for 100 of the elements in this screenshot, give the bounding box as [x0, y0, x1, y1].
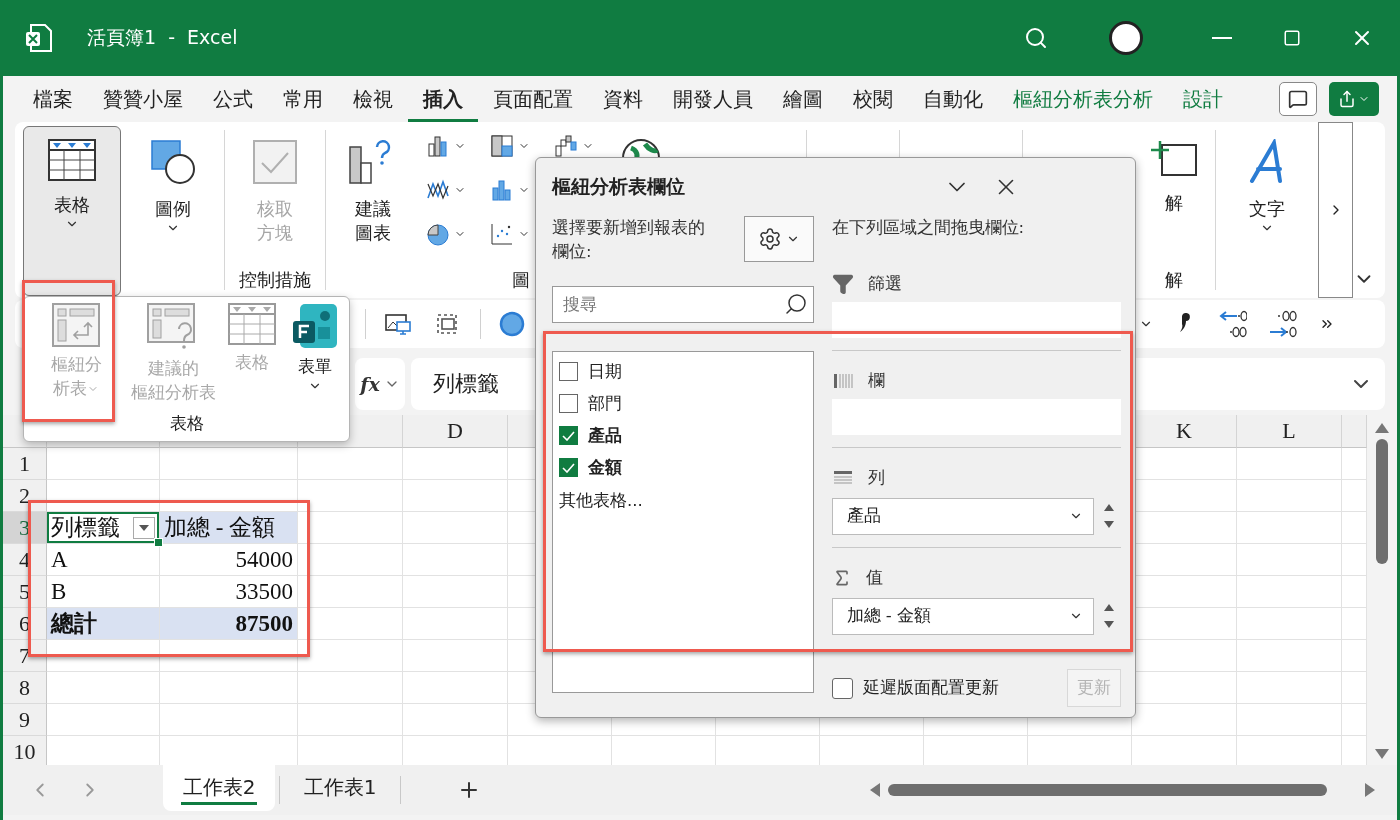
table-cell: 33500	[160, 576, 298, 608]
ribbon-tab[interactable]: 自動化	[908, 76, 998, 122]
field-label: 部門	[588, 392, 622, 415]
field-checkbox[interactable]	[559, 426, 578, 446]
filter-dropdown-button[interactable]	[133, 516, 155, 539]
sheet-tab[interactable]: 工作表1	[284, 765, 396, 811]
check-icon	[562, 430, 575, 441]
maximize-icon	[1283, 29, 1301, 47]
check-icon	[562, 462, 575, 473]
row-header[interactable]: 8	[3, 672, 47, 704]
table-cell	[1342, 608, 1367, 640]
ribbon-tab[interactable]: 開發人員	[658, 76, 768, 122]
sheet-tab[interactable]: 工作表2	[163, 765, 275, 811]
tools-button[interactable]	[743, 216, 814, 262]
ribbon-tab[interactable]: 資料	[588, 76, 658, 122]
ribbon-tab[interactable]: 常用	[268, 76, 338, 122]
field-label: 金額	[588, 456, 622, 479]
group-label: 解	[1164, 268, 1183, 292]
column-header[interactable]: D	[403, 415, 508, 448]
table-cell	[1342, 512, 1367, 544]
table-button[interactable]: 表格	[23, 126, 121, 296]
table-cell: 總計	[47, 608, 160, 640]
scroll-up-icon	[1375, 423, 1389, 433]
avatar[interactable]	[1109, 21, 1143, 55]
area-label: 篩選	[867, 272, 902, 295]
ribbon-tab[interactable]: 繪圖	[768, 76, 838, 122]
text-button[interactable]: 文字	[1222, 126, 1312, 296]
table-cell	[1342, 640, 1367, 672]
row-header[interactable]: 10	[3, 736, 47, 765]
comments-button[interactable]	[1279, 82, 1317, 116]
recommended-charts-button[interactable]: 建議圖表	[332, 126, 414, 262]
choose-fields-label: 選擇要新增到報表的欄位:	[552, 217, 706, 263]
menu-item[interactable]: 表單	[282, 303, 348, 405]
function-button[interactable]: fx	[355, 358, 405, 410]
table-cell: 加總 - 金額	[160, 512, 298, 544]
picture-icon	[384, 312, 412, 336]
select-objects-button[interactable]	[434, 311, 460, 337]
pie-chart-icon	[426, 222, 450, 246]
pivot-table-icon	[52, 303, 100, 347]
table-cell	[1342, 480, 1367, 512]
scatter-chart-icon	[490, 222, 514, 246]
field-checkbox[interactable]	[559, 458, 578, 478]
ribbon-tab[interactable]: 頁面配置	[478, 76, 588, 122]
scroll-down-icon	[1375, 749, 1389, 759]
field-label: 產品	[588, 424, 622, 447]
ribbon-tab[interactable]: 公式	[198, 76, 268, 122]
window-title: 活頁簿1 - Excel	[87, 25, 238, 50]
menu-item-label: 樞紐分析表	[130, 380, 216, 404]
ribbon-tab[interactable]: 檔案	[18, 76, 88, 122]
forms-icon	[292, 303, 338, 349]
new-comment-button[interactable]: 解	[1109, 126, 1209, 262]
area-field-dropdown[interactable]: 加總 - 金額	[831, 597, 1094, 635]
fill-handle[interactable]	[154, 538, 163, 547]
checkbox-icon	[252, 139, 298, 185]
ribbon-tab[interactable]: 贊贊小屋	[88, 76, 198, 122]
shapes-icon	[150, 139, 196, 185]
table-cell: 87500	[160, 608, 298, 640]
picture-button[interactable]	[384, 312, 412, 336]
row-header[interactable]: 2	[3, 480, 47, 512]
table-cell	[1342, 576, 1367, 608]
menu-item-label: 表單	[298, 355, 332, 378]
defer-update-checkbox[interactable]	[831, 677, 853, 699]
table-cell	[1342, 544, 1367, 576]
menu-item-label: 建議的	[147, 357, 199, 380]
menu-item-label: 析表	[53, 376, 99, 401]
waterfall-chart-icon	[554, 134, 578, 158]
scroll-thumb[interactable]	[888, 784, 1327, 796]
dropdown-triangle-icon	[139, 524, 149, 531]
table-icon	[48, 139, 96, 181]
area-field-dropdown[interactable]: 產品	[831, 497, 1094, 535]
group-label: 圖	[511, 268, 530, 292]
treemap-icon	[490, 134, 514, 158]
column-header[interactable]: L	[1237, 415, 1342, 448]
scroll-left-icon	[870, 783, 880, 797]
shape-button[interactable]	[499, 311, 525, 337]
more-tables-link[interactable]: 其他表格...	[559, 489, 643, 512]
row-header[interactable]: 1	[3, 448, 47, 480]
row-header[interactable]: 9	[3, 704, 47, 736]
scroll-thumb[interactable]	[1376, 439, 1388, 564]
horizontal-scrollbar[interactable]	[870, 783, 1375, 797]
table-cell: A	[47, 544, 160, 576]
ribbon-tab[interactable]: 校閱	[838, 76, 908, 122]
decrease-decimal-button[interactable]	[1267, 308, 1297, 340]
ribbon-tab[interactable]: 樞紐分析表分析	[998, 76, 1168, 122]
ribbon-tab[interactable]: 設計	[1168, 76, 1238, 122]
pane-title: 樞紐分析表欄位	[552, 174, 685, 199]
table-cell: 54000	[160, 544, 298, 576]
row-header[interactable]: 4	[3, 544, 47, 576]
menu-item-label: 樞紐分	[50, 353, 102, 376]
illustrations-button[interactable]: 圖例	[128, 126, 218, 296]
ribbon-tab[interactable]: 檢視	[338, 76, 408, 122]
minimize-icon	[1212, 37, 1232, 39]
increase-decimal-button[interactable]	[1217, 308, 1247, 340]
excel-logo-icon	[25, 23, 53, 53]
share-button[interactable]	[1329, 82, 1379, 116]
field-checkbox[interactable]	[559, 362, 578, 382]
field-checkbox[interactable]	[559, 394, 578, 414]
search-field[interactable]: 搜尋	[552, 285, 814, 323]
filter-icon	[831, 272, 854, 295]
table-cell: B	[47, 576, 160, 608]
